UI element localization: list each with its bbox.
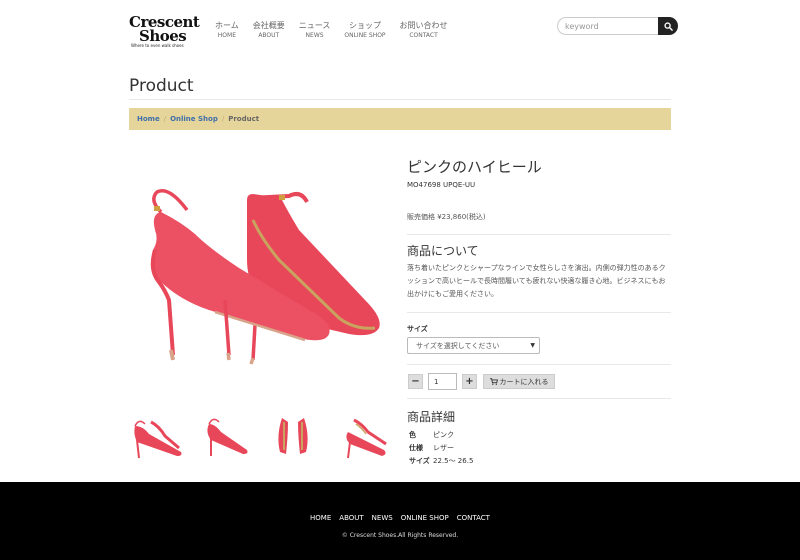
- footer-nav: HOME ABOUT NEWS ONLINE SHOP CONTACT: [0, 514, 800, 522]
- detail-value: 22.5〜 26.5: [433, 456, 474, 465]
- search-input[interactable]: [557, 17, 659, 35]
- nav-label-en: ONLINE SHOP: [344, 32, 386, 39]
- search-button[interactable]: [658, 17, 678, 35]
- detail-row: 仕様 レザー: [407, 441, 473, 454]
- breadcrumb-separator: /: [163, 115, 167, 123]
- cart-icon: [489, 378, 498, 385]
- page-title: Product: [129, 76, 194, 96]
- footer-link-shop[interactable]: ONLINE SHOP: [397, 514, 453, 522]
- about-heading: 商品について: [407, 244, 479, 258]
- search-icon: [663, 21, 673, 31]
- nav-label-jp: ショップ: [348, 21, 381, 30]
- footer-link-home[interactable]: HOME: [306, 514, 335, 522]
- thumbnail-list: [129, 412, 391, 462]
- detail-heading: 商品詳細: [407, 410, 456, 424]
- quantity-increment-button[interactable]: +: [462, 374, 477, 389]
- chevron-down-icon: ▼: [530, 342, 535, 349]
- divider: [407, 398, 671, 399]
- product-thumbnail[interactable]: [334, 412, 391, 462]
- breadcrumb-separator: /: [221, 115, 225, 123]
- quantity-decrement-button[interactable]: −: [408, 374, 423, 389]
- nav-item-contact[interactable]: お問い合わせ CONTACT: [393, 20, 455, 40]
- breadcrumb-current: Product: [228, 115, 260, 123]
- breadcrumb-home[interactable]: Home: [137, 115, 160, 123]
- footer-link-about[interactable]: ABOUT: [335, 514, 367, 522]
- logo-line2: Shoes: [139, 27, 187, 45]
- product-thumbnail[interactable]: [266, 412, 323, 462]
- detail-table: 色 ピンク 仕様 レザー サイズ 22.5〜 26.5: [407, 428, 473, 467]
- nav-label-en: NEWS: [305, 32, 324, 39]
- detail-key: サイズ: [409, 456, 430, 465]
- product-thumbnail[interactable]: [197, 412, 254, 462]
- detail-value: ピンク: [433, 430, 454, 439]
- size-label: サイズ: [407, 325, 428, 333]
- nav-label-jp: 会社概要: [252, 21, 285, 30]
- product-sku: MO47698 UPQE-UU: [407, 181, 476, 189]
- nav-item-home[interactable]: ホーム HOME: [208, 20, 246, 40]
- add-to-cart-label: カートに入れる: [499, 377, 549, 386]
- quantity-input[interactable]: [428, 373, 457, 390]
- footer-link-news[interactable]: NEWS: [368, 514, 397, 522]
- site-logo[interactable]: Crescent Shoes Where to even walk shoes: [129, 15, 200, 51]
- detail-value: レザー: [433, 443, 454, 452]
- nav-label-en: HOME: [217, 32, 236, 39]
- product-main-image: [150, 189, 380, 365]
- nav-label-jp: ニュース: [298, 21, 331, 30]
- nav-label-en: CONTACT: [409, 32, 438, 39]
- footer-link-contact[interactable]: CONTACT: [453, 514, 494, 522]
- divider: [129, 99, 671, 100]
- nav-item-about[interactable]: 会社概要 ABOUT: [246, 20, 292, 40]
- divider: [407, 234, 671, 235]
- logo-tagline: Where to even walk shoes: [131, 43, 184, 48]
- nav-item-shop[interactable]: ショップ ONLINE SHOP: [337, 20, 392, 40]
- divider: [407, 312, 671, 313]
- copyright: © Crescent Shoes.All Rights Reserved.: [341, 532, 459, 539]
- detail-row: 色 ピンク: [407, 428, 473, 441]
- search-form: [557, 17, 678, 35]
- about-description: 落ち着いたピンクとシャープなラインで女性らしさを演出。内側の弾力性のあるクッショ…: [407, 264, 666, 298]
- detail-key: 色: [409, 430, 416, 439]
- detail-row: サイズ 22.5〜 26.5: [407, 454, 473, 467]
- main-nav: ホーム HOME 会社概要 ABOUT ニュース NEWS ショップ ONLIN…: [208, 20, 455, 40]
- nav-label-jp: お問い合わせ: [399, 21, 448, 30]
- product-name: ピンクのハイヒール: [407, 158, 542, 176]
- divider: [407, 364, 671, 365]
- add-to-cart-button[interactable]: カートに入れる: [483, 374, 555, 389]
- breadcrumb: Home / Online Shop / Product: [129, 108, 671, 130]
- nav-label-en: ABOUT: [258, 32, 280, 39]
- nav-item-news[interactable]: ニュース NEWS: [292, 20, 338, 40]
- size-select[interactable]: サイズを選択してください ▼: [407, 337, 540, 354]
- nav-label-jp: ホーム: [215, 21, 239, 30]
- site-footer: HOME ABOUT NEWS ONLINE SHOP CONTACT © Cr…: [0, 482, 800, 560]
- product-price: 販売価格 ¥23,860(税込): [407, 213, 486, 221]
- site-header: Crescent Shoes Where to even walk shoes …: [0, 0, 800, 60]
- product-thumbnail[interactable]: [129, 412, 186, 462]
- breadcrumb-shop[interactable]: Online Shop: [170, 115, 218, 123]
- size-select-value: サイズを選択してください: [416, 341, 500, 350]
- detail-key: 仕様: [409, 443, 423, 452]
